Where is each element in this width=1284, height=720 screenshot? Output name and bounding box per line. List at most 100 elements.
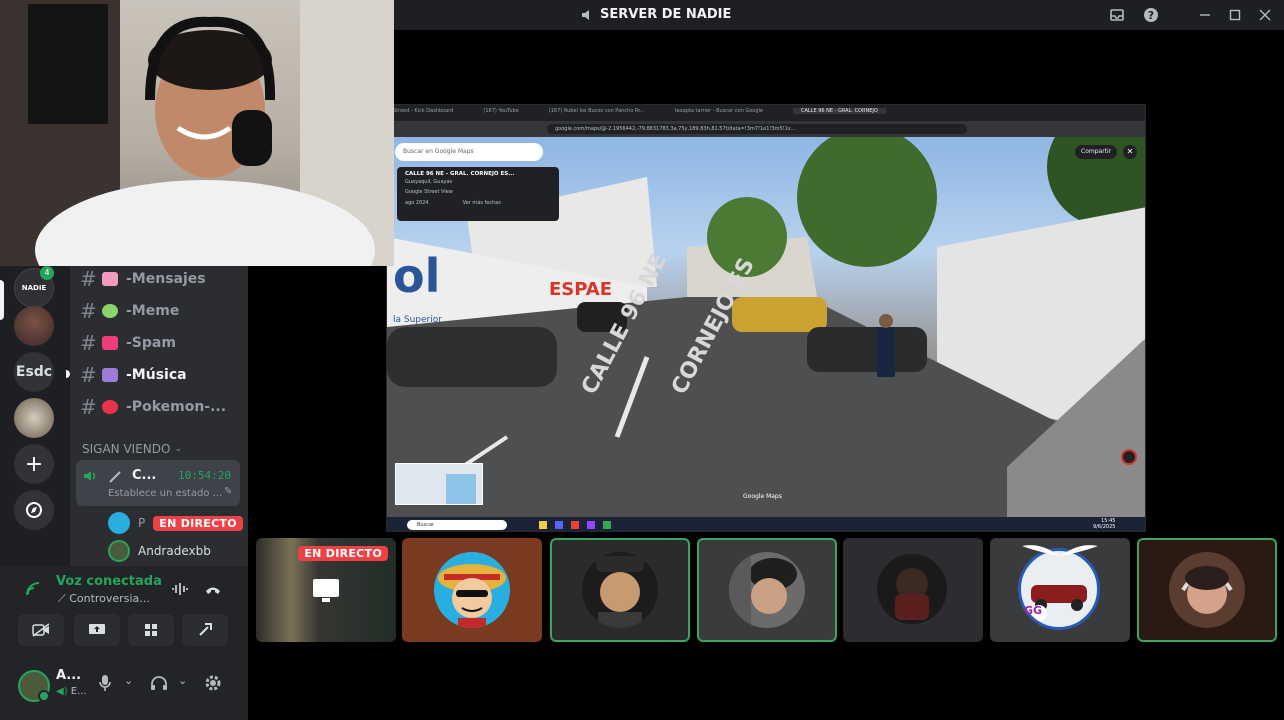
browser-tab[interactable]: Streed - Kick Dashboard bbox=[393, 108, 453, 114]
participant-tile[interactable] bbox=[697, 538, 837, 642]
server-image[interactable] bbox=[14, 398, 54, 438]
chevron-down-icon: ⌄ bbox=[174, 444, 182, 454]
megaphone-icon bbox=[102, 336, 118, 350]
browser-tab[interactable]: taxapta tarrier - Buscar con Google bbox=[675, 108, 763, 114]
camera-off-button[interactable] bbox=[18, 614, 64, 646]
taskbar-app-icon[interactable] bbox=[587, 521, 595, 529]
notification-badge: 4 bbox=[40, 266, 54, 280]
camera-off-icon bbox=[32, 623, 50, 637]
compass-icon[interactable] bbox=[1121, 449, 1137, 465]
hash-icon: # bbox=[80, 267, 97, 291]
close-icon[interactable] bbox=[1256, 6, 1274, 24]
inbox-icon[interactable] bbox=[1108, 6, 1126, 24]
speaker-icon: ◀) bbox=[56, 686, 71, 697]
maximize-icon[interactable] bbox=[1226, 6, 1244, 24]
wall-text: la Superior bbox=[393, 315, 442, 325]
browser-tab-strip: Streed - Kick Dashboard (167) YouTube (1… bbox=[387, 105, 1145, 121]
activities-button[interactable] bbox=[128, 614, 174, 646]
channel-meme[interactable]: # -Meme bbox=[80, 298, 179, 324]
participant-tile[interactable] bbox=[550, 538, 690, 642]
screen-share-view[interactable]: Streed - Kick Dashboard (167) YouTube (1… bbox=[386, 104, 1146, 532]
wall-text: ESPAE bbox=[549, 279, 613, 300]
music-note-icon bbox=[102, 368, 118, 382]
gear-icon[interactable] bbox=[204, 674, 222, 692]
luffy-avatar bbox=[434, 552, 510, 628]
help-icon[interactable]: ? bbox=[1142, 6, 1160, 24]
place-more-dates[interactable]: Ver más fechas bbox=[463, 200, 501, 206]
stream-tile[interactable]: EN DIRECTO bbox=[256, 538, 396, 642]
monitor-icon bbox=[313, 579, 339, 602]
user-avatar-gg bbox=[1018, 548, 1100, 630]
wall-text: ol bbox=[393, 249, 441, 303]
taskbar-app-icon[interactable] bbox=[555, 521, 563, 529]
participant-tile[interactable] bbox=[843, 538, 983, 642]
google-maps-watermark: Google Maps bbox=[743, 493, 782, 500]
add-server-icon[interactable]: + bbox=[14, 444, 54, 484]
chevron-down-icon[interactable]: ⌄ bbox=[124, 674, 133, 687]
voice-user[interactable]: P EN DIRECTO bbox=[108, 512, 243, 534]
voice-timer: 10:54:20 bbox=[178, 469, 231, 482]
signal-icon[interactable] bbox=[24, 580, 42, 598]
live-badge: EN DIRECTO bbox=[153, 515, 243, 531]
headphones-icon[interactable] bbox=[150, 675, 168, 691]
voice-channel-active[interactable]: C... 10:54:20 Establece un estado ... ✎ bbox=[76, 460, 240, 506]
alien-icon bbox=[102, 304, 118, 318]
maps-search-input[interactable]: Buscar en Google Maps bbox=[395, 143, 543, 161]
taskbar-app-icon[interactable] bbox=[571, 521, 579, 529]
street-view[interactable]: ol la Superior ESPAE CALLE 96 NE CORNEJO… bbox=[387, 137, 1145, 517]
windows-taskbar: Buscar 15:45 9/6/2025 bbox=[387, 517, 1145, 531]
envelope-icon bbox=[102, 272, 118, 286]
browser-tab-active[interactable]: CALLE 96 NE - GRAL. CORNEJO bbox=[792, 108, 886, 114]
channel-pokemon[interactable]: # -Pokemon-... bbox=[80, 394, 226, 420]
server-avatar[interactable] bbox=[14, 306, 54, 346]
wand-icon bbox=[109, 471, 121, 483]
speaker-icon bbox=[582, 9, 589, 20]
server-list: NADIE 4 Esdc + bbox=[0, 266, 70, 566]
browser-tab[interactable]: (167) YouTube bbox=[483, 108, 518, 114]
browser-address-bar: google.com/maps/@-2.1956442,-79.8831783,… bbox=[387, 121, 1145, 137]
edit-icon[interactable]: ✎ bbox=[224, 486, 232, 497]
username: A... bbox=[56, 668, 82, 683]
place-subtitle: Guayaquil, Guayas bbox=[405, 179, 453, 185]
wings-icon bbox=[1022, 545, 1098, 556]
close-icon[interactable]: ✕ bbox=[1123, 145, 1137, 159]
user-avatar-cap bbox=[582, 552, 658, 628]
channel-musica[interactable]: # -Música bbox=[80, 362, 187, 388]
disconnect-icon[interactable] bbox=[204, 582, 222, 596]
live-badge: EN DIRECTO bbox=[298, 546, 388, 561]
soundboard-icon bbox=[199, 623, 212, 636]
noise-suppression-icon[interactable] bbox=[170, 580, 188, 598]
voice-channel-name[interactable]: Controversia... bbox=[69, 592, 150, 605]
discover-icon[interactable] bbox=[14, 490, 54, 530]
taskbar-app-icon[interactable] bbox=[539, 521, 547, 529]
microphone-icon[interactable] bbox=[98, 674, 112, 692]
pokeball-icon bbox=[102, 400, 118, 414]
user-avatar-dark bbox=[877, 554, 947, 624]
taskbar-app-icon[interactable] bbox=[603, 521, 611, 529]
voice-user[interactable]: Andradexbb bbox=[108, 540, 211, 562]
channel-spam[interactable]: # -Spam bbox=[80, 330, 176, 356]
minimap[interactable] bbox=[395, 463, 483, 505]
participant-tile[interactable]: GG bbox=[990, 538, 1130, 642]
browser-tab[interactable]: (167) Rubel los Bucos con Pancho Rr... bbox=[549, 108, 645, 114]
screen-share-icon bbox=[89, 624, 105, 634]
soundboard-button[interactable] bbox=[182, 614, 228, 646]
taskbar-date: 9/6/2025 bbox=[1093, 524, 1116, 530]
url-field[interactable]: google.com/maps/@-2.1956442,-79.8831783,… bbox=[547, 124, 967, 134]
hash-icon: # bbox=[80, 363, 97, 387]
taskbar-search[interactable]: Buscar bbox=[407, 520, 507, 530]
participant-tile[interactable] bbox=[1137, 538, 1277, 642]
screen-share-button[interactable] bbox=[74, 614, 120, 646]
channel-mensajes[interactable]: # -Mensajes bbox=[80, 266, 206, 292]
online-status-icon bbox=[38, 690, 50, 702]
user-status: ◀) E... bbox=[56, 686, 87, 697]
participant-tile[interactable] bbox=[402, 538, 542, 642]
share-button[interactable]: Compartir bbox=[1075, 145, 1118, 159]
voice-category[interactable]: SIGAN VIENDO ⌄ bbox=[82, 442, 182, 456]
unread-indicator bbox=[66, 370, 70, 378]
minimize-icon[interactable] bbox=[1196, 6, 1214, 24]
chevron-down-icon[interactable]: ⌄ bbox=[178, 674, 187, 687]
svg-text:?: ? bbox=[1148, 9, 1154, 22]
hash-icon: # bbox=[80, 331, 97, 355]
server-esdc[interactable]: Esdc bbox=[14, 352, 54, 392]
